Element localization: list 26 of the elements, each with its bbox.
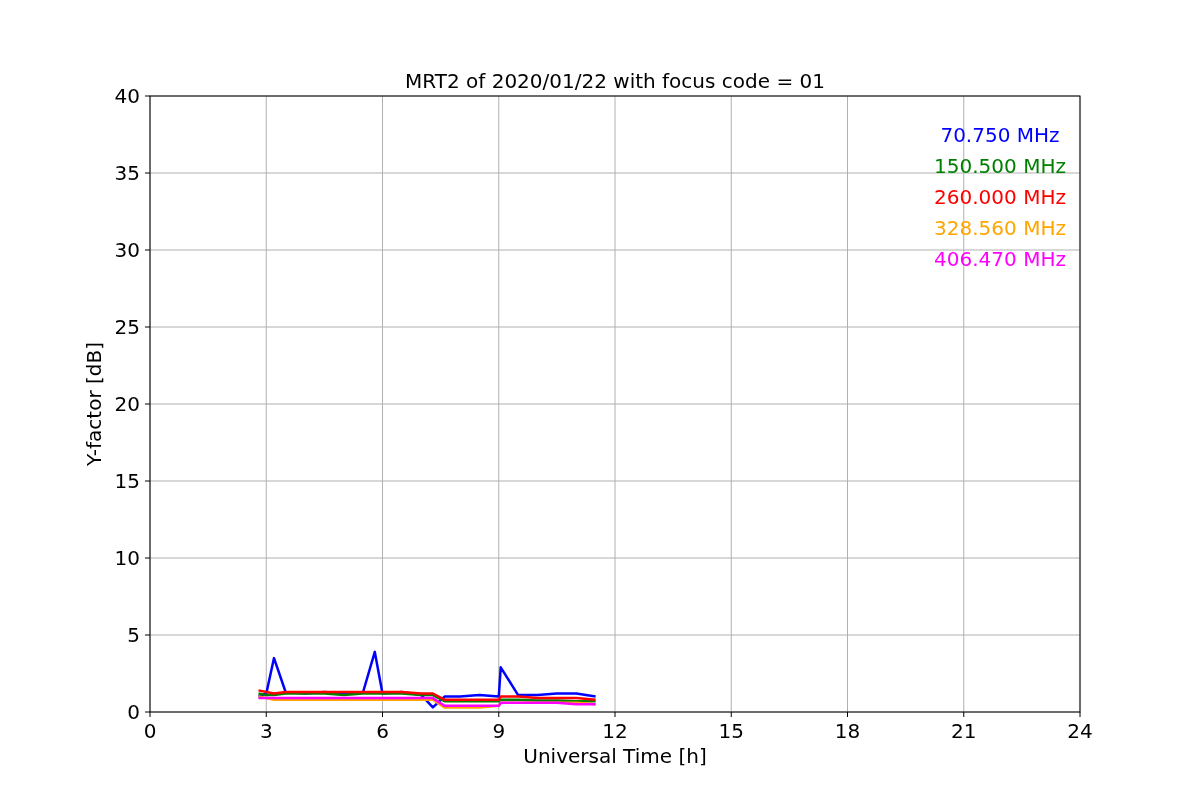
tick-label: 21	[951, 719, 977, 743]
tick-label: 0	[143, 719, 157, 743]
tick-label: 3	[259, 719, 273, 743]
tick-label: 10	[114, 546, 140, 570]
tick-label: 24	[1067, 719, 1093, 743]
legend-label: 150.500 MHz	[934, 154, 1066, 178]
tick-label: 12	[602, 719, 628, 743]
legend-label: 260.000 MHz	[934, 185, 1066, 209]
tick-label: 6	[376, 719, 389, 743]
tick-label: 35	[114, 161, 140, 185]
tick-label: 9	[492, 719, 506, 743]
tick-label: 25	[114, 315, 140, 339]
tick-label: 30	[114, 238, 140, 262]
legend-label: 70.750 MHz	[940, 123, 1060, 147]
tick-label: 15	[114, 469, 140, 493]
tick-label: 18	[834, 719, 861, 743]
tick-label: 15	[718, 719, 744, 743]
tick-label: 0	[127, 700, 140, 724]
axis-label: Y-factor [dB]	[82, 342, 106, 466]
tick-label: 40	[114, 84, 140, 108]
legend-label: 406.470 MHz	[934, 247, 1066, 271]
tick-label: 5	[127, 623, 140, 647]
axis-label: Universal Time [h]	[523, 744, 707, 768]
chart-title: MRT2 of 2020/01/22 with focus code = 01	[405, 69, 825, 93]
tick-label: 20	[114, 392, 140, 416]
legend-label: 328.560 MHz	[934, 216, 1066, 240]
